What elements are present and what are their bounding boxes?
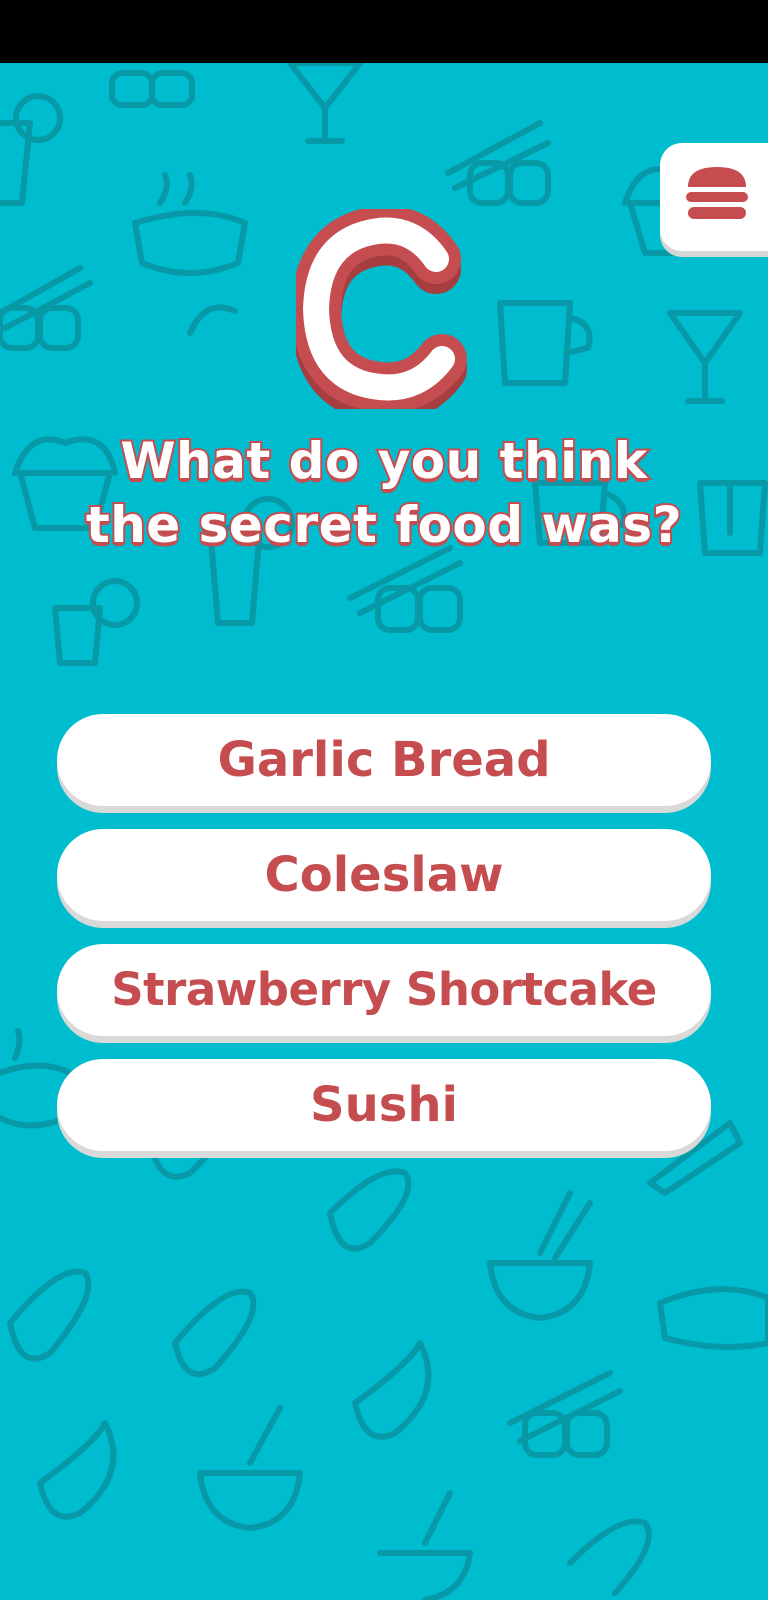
hotdog-icon — [7, 1268, 92, 1362]
status-bar — [0, 0, 768, 63]
logo-c-icon — [296, 209, 467, 409]
answer-button-coleslaw[interactable]: Coleslaw — [57, 829, 711, 921]
burger-icon — [686, 167, 748, 219]
cocktail-icon — [667, 310, 743, 404]
screen: What do you think the secret food was? G… — [0, 0, 768, 1600]
croissant-icon — [352, 1340, 432, 1440]
sushi-icon — [0, 265, 93, 351]
mug-icon — [497, 300, 593, 386]
sushi-icon — [445, 120, 551, 206]
hotdog-icon — [172, 1288, 257, 1378]
noodle-bowl-icon — [197, 1405, 303, 1531]
hotdog-icon — [567, 1518, 652, 1596]
hotdog-icon — [327, 1168, 412, 1252]
answer-button-strawberry-shortcake[interactable]: Strawberry Shortcake — [57, 944, 711, 1036]
noodle-bowl-icon — [487, 1190, 593, 1321]
sushi-icon — [109, 70, 195, 108]
cupcake-icon — [187, 304, 238, 336]
noodle-bowl-icon — [377, 1490, 473, 1600]
pot-icon — [132, 172, 248, 276]
cocktail-icon — [287, 63, 363, 144]
game-background: What do you think the secret food was? G… — [0, 63, 768, 1600]
menu-button[interactable] — [660, 143, 768, 251]
question-text: What do you think the secret food was? — [84, 430, 684, 556]
croissant-icon — [37, 1420, 117, 1520]
sushi-icon — [347, 545, 463, 633]
answer-list: Garlic Bread Coleslaw Strawberry Shortca… — [57, 714, 711, 1174]
lemonade-glass-icon — [52, 578, 140, 666]
lemonade-glass-icon — [0, 93, 63, 206]
answer-button-sushi[interactable]: Sushi — [57, 1059, 711, 1151]
sushi-icon — [507, 1370, 623, 1458]
steak-icon — [657, 1286, 768, 1350]
answer-button-garlic-bread[interactable]: Garlic Bread — [57, 714, 711, 806]
